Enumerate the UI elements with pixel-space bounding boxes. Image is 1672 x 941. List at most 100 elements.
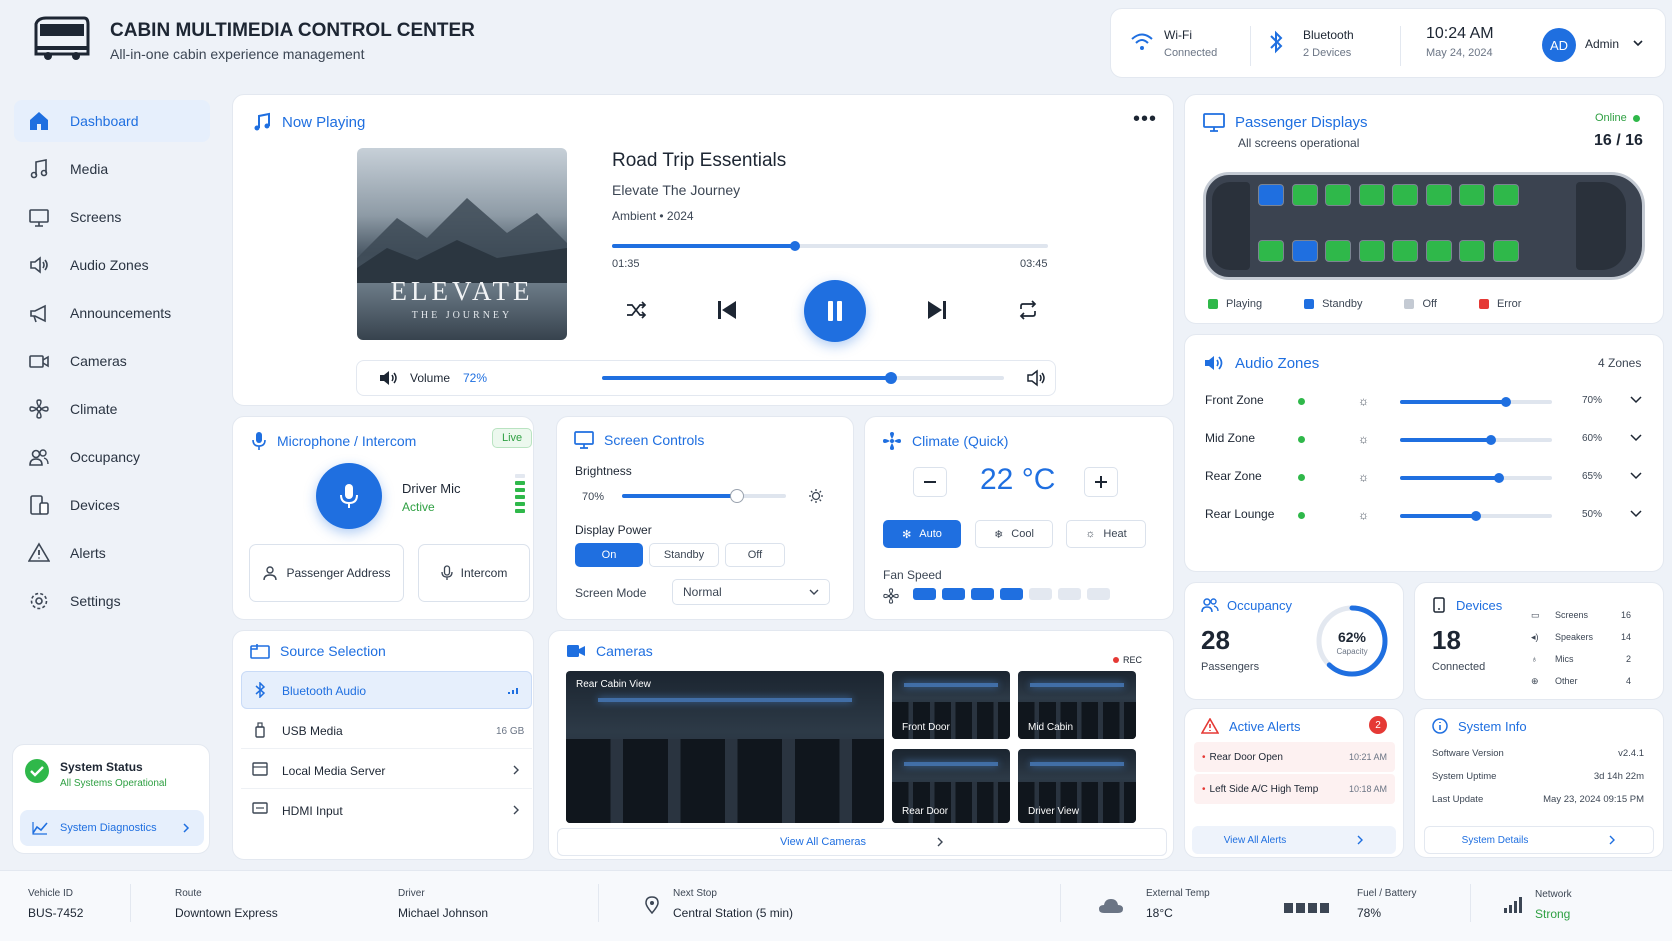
seat-display[interactable]: [1258, 184, 1284, 206]
system-diagnostics-button[interactable]: System Diagnostics: [20, 810, 204, 846]
source-item-usb[interactable]: USB Media: [282, 724, 343, 738]
repeat-button[interactable]: [1017, 300, 1039, 320]
avatar[interactable]: AD: [1542, 28, 1576, 62]
more-options-icon[interactable]: •••: [1133, 109, 1157, 129]
sidebar-item-audio-zones[interactable]: Audio Zones: [14, 244, 210, 286]
sidebar-item-media[interactable]: Media: [14, 148, 210, 190]
temp-increase-button[interactable]: [1084, 467, 1118, 497]
seat-display[interactable]: [1392, 184, 1418, 206]
source-label: Bluetooth Audio: [282, 684, 367, 698]
zone-name: Mid Zone: [1205, 431, 1256, 445]
occupancy-count: 28: [1201, 625, 1230, 655]
users-icon: [28, 446, 50, 468]
zone-volume-slider[interactable]: [1400, 397, 1552, 407]
seat-display[interactable]: [1459, 240, 1485, 262]
previous-track-button[interactable]: [716, 299, 738, 321]
sidebar-item-screens[interactable]: Screens: [14, 196, 210, 238]
seat-display[interactable]: [1492, 184, 1519, 206]
fan-speed-segment[interactable]: [971, 588, 994, 600]
seat-display[interactable]: [1258, 240, 1284, 262]
brightness-slider[interactable]: [622, 489, 786, 503]
volume-slider[interactable]: [602, 372, 1004, 384]
power-off-button[interactable]: Off: [725, 543, 785, 567]
mode-auto-button[interactable]: ✻ Auto: [883, 520, 961, 548]
next-track-button[interactable]: [926, 299, 948, 321]
music-note-icon: [252, 112, 272, 132]
sidebar-item-occupancy[interactable]: Occupancy: [14, 436, 210, 478]
seat-display[interactable]: [1291, 240, 1318, 262]
temp-decrease-button[interactable]: [913, 467, 947, 497]
source-icon: [250, 643, 270, 659]
fan-speed-segment[interactable]: [1087, 588, 1110, 600]
fan-speed-segment[interactable]: [1058, 588, 1081, 600]
zone-volume-slider[interactable]: [1400, 435, 1552, 445]
users-icon: [1201, 597, 1219, 613]
view-all-cameras-button[interactable]: View All Cameras: [557, 828, 1167, 856]
seat-display[interactable]: [1459, 184, 1485, 206]
power-on-button[interactable]: On: [575, 543, 643, 567]
sidebar-item-climate[interactable]: Climate: [14, 388, 210, 430]
seat-display[interactable]: [1492, 240, 1519, 262]
camera-feed-driver[interactable]: Driver View: [1018, 749, 1136, 823]
sidebar-item-alerts[interactable]: Alerts: [14, 532, 210, 574]
chevron-down-icon[interactable]: [1630, 396, 1642, 404]
fan-icon: [882, 431, 902, 451]
track-progress-slider[interactable]: [612, 241, 1048, 251]
camera-feed-mid-cabin[interactable]: Mid Cabin: [1018, 671, 1136, 739]
track-title: Road Trip Essentials: [612, 150, 787, 171]
user-name[interactable]: Admin: [1585, 37, 1619, 51]
pause-button[interactable]: [804, 280, 866, 342]
sidebar-item-devices[interactable]: Devices: [14, 484, 210, 526]
sidebar-item-dashboard[interactable]: Dashboard: [14, 100, 210, 142]
seat-display[interactable]: [1425, 240, 1452, 262]
source-item-media-server[interactable]: Local Media Server: [282, 764, 385, 778]
passenger-address-button[interactable]: Passenger Address: [249, 544, 404, 602]
alert-item[interactable]: • Rear Door Open 10:21 AM: [1194, 742, 1395, 772]
chevron-down-icon[interactable]: [1632, 38, 1644, 48]
sidebar-item-announcements[interactable]: Announcements: [14, 292, 210, 334]
camera-feed-rear-door[interactable]: Rear Door: [892, 749, 1010, 823]
intercom-button[interactable]: Intercom: [418, 544, 530, 602]
seat-display[interactable]: [1325, 184, 1351, 206]
camera-feed-rear-cabin[interactable]: Rear Cabin View: [566, 671, 884, 823]
sidebar-item-label: Screens: [70, 209, 122, 225]
zone-volume-slider[interactable]: [1400, 473, 1552, 483]
device-list: ▭ Screens 16 ◂) Speakers 14 ♁ Mics 2 ⊕ Other 4: [1531, 604, 1631, 692]
fan-speed-segment[interactable]: [913, 588, 936, 600]
view-all-alerts-button[interactable]: View All Alerts: [1192, 826, 1396, 854]
seat-display[interactable]: [1425, 184, 1452, 206]
seat-display[interactable]: [1358, 240, 1385, 262]
zone-volume-slider[interactable]: [1400, 511, 1552, 521]
shuffle-button[interactable]: [625, 300, 647, 320]
system-details-button[interactable]: System Details: [1424, 826, 1654, 854]
volume-icon: [378, 369, 398, 387]
fan-speed-segment[interactable]: [1029, 588, 1052, 600]
fan-speed-segment[interactable]: [1000, 588, 1023, 600]
fuel-value: 78%: [1357, 906, 1382, 920]
power-standby-button[interactable]: Standby: [649, 543, 719, 567]
seat-display[interactable]: [1325, 240, 1351, 262]
sidebar-item-cameras[interactable]: Cameras: [14, 340, 210, 382]
next-stop-label: Next Stop: [673, 888, 717, 899]
alert-item[interactable]: • Left Side A/C High Temp 10:18 AM: [1194, 774, 1395, 804]
fan-speed-meter[interactable]: [913, 588, 1110, 600]
driver-mic-button[interactable]: [316, 463, 382, 529]
driver-name: Michael Johnson: [398, 906, 489, 920]
seat-display[interactable]: [1358, 184, 1385, 206]
chevron-down-icon[interactable]: [1630, 472, 1642, 480]
audio-zones-count: 4 Zones: [1598, 356, 1642, 370]
sidebar-item-settings[interactable]: Settings: [14, 580, 210, 622]
seat-display[interactable]: [1291, 184, 1318, 206]
seat-display[interactable]: [1392, 240, 1418, 262]
mode-heat-button[interactable]: ☼ Heat: [1066, 520, 1146, 548]
speaker-icon: ◂): [1531, 631, 1539, 642]
device-row: ◂) Speakers 14: [1531, 631, 1631, 643]
fan-speed-segment[interactable]: [942, 588, 965, 600]
source-item-hdmi[interactable]: HDMI Input: [282, 804, 343, 818]
screen-mode-select[interactable]: Normal: [672, 579, 830, 605]
system-status-title: System Status: [60, 760, 143, 774]
camera-feed-front-door[interactable]: Front Door: [892, 671, 1010, 739]
chevron-down-icon[interactable]: [1630, 434, 1642, 442]
chevron-down-icon[interactable]: [1630, 510, 1642, 518]
mode-cool-button[interactable]: ❄ Cool: [975, 520, 1053, 548]
